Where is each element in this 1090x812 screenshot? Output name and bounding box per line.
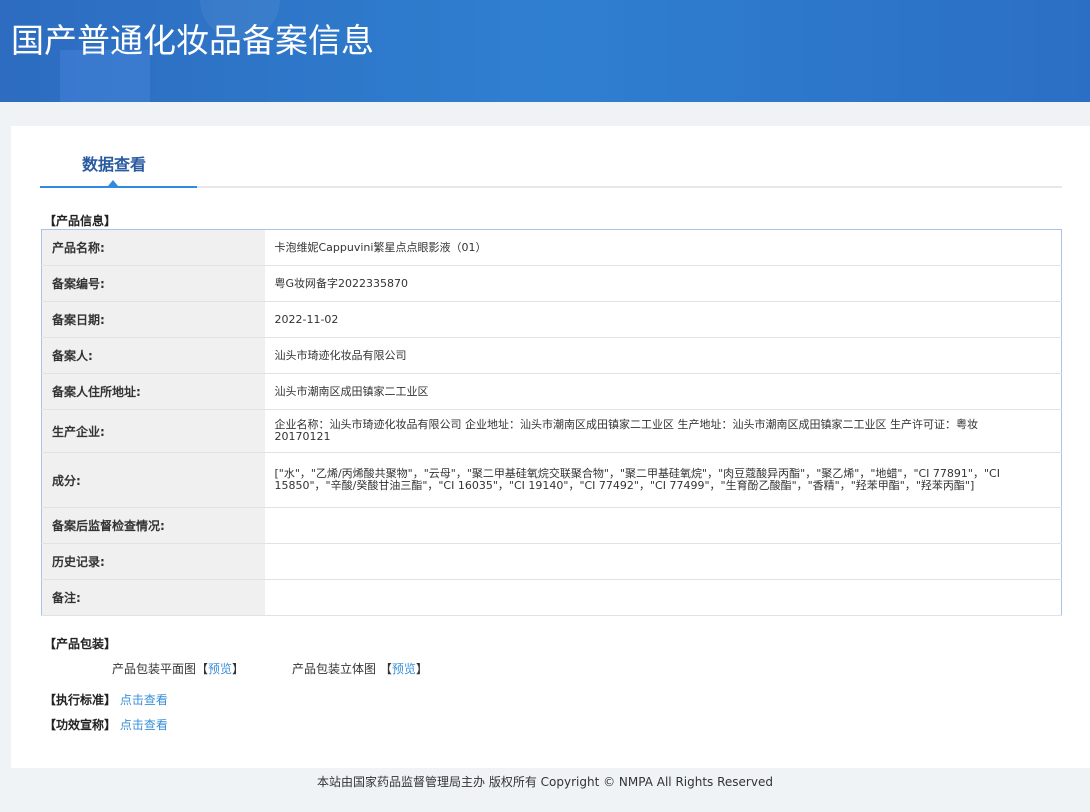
table-row: 备案编号: 粤G妆网备字2022335870 xyxy=(41,265,1062,302)
row-label: 生产企业: xyxy=(41,409,265,453)
row-value xyxy=(264,543,1062,580)
row-value: 粤G妆网备字2022335870 xyxy=(264,265,1062,302)
footer-copyright: 本站由国家药品监督管理局主办 版权所有 Copyright © NMPA All… xyxy=(317,775,773,789)
efficacy-row: 【功效宣称】 点击查看 xyxy=(44,716,168,733)
packaging-solid: 产品包装立体图 【预览】 xyxy=(292,660,428,677)
bracket: 】 xyxy=(415,662,428,676)
page-title: 国产普通化妆品备案信息 xyxy=(11,21,374,60)
table-row: 历史记录: xyxy=(41,543,1062,580)
caret-up-icon xyxy=(108,180,118,186)
bracket: 【 xyxy=(379,662,392,676)
standard-row: 【执行标准】 点击查看 xyxy=(44,691,168,708)
row-value: ["水"，"乙烯/丙烯酸共聚物"，"云母"，"聚二甲基硅氧烷交联聚合物"，"聚二… xyxy=(264,452,1062,508)
row-value: 企业名称：汕头市琦迹化妆品有限公司 企业地址：汕头市潮南区成田镇家二工业区 生产… xyxy=(264,409,1062,453)
row-label: 历史记录: xyxy=(41,543,265,580)
efficacy-label: 【功效宣称】 xyxy=(44,718,117,732)
packaging-flat-label: 产品包装平面图 xyxy=(112,662,197,676)
section-title-product-info: 【产品信息】 xyxy=(44,214,117,228)
row-label: 产品名称: xyxy=(41,229,265,266)
row-value: 汕头市潮南区成田镇家二工业区 xyxy=(264,373,1062,410)
section-title-packaging: 【产品包装】 xyxy=(44,637,117,651)
table-row: 备案后监督检查情况: xyxy=(41,507,1062,544)
table-row: 备案人住所地址: 汕头市潮南区成田镇家二工业区 xyxy=(41,373,1062,410)
standard-label: 【执行标准】 xyxy=(44,693,117,707)
product-info-table: 产品名称: 卡泡维妮Cappuvini繁星点点眼影液（01） 备案编号: 粤G妆网备… xyxy=(41,229,1062,616)
row-value: 汕头市琦迹化妆品有限公司 xyxy=(264,337,1062,374)
row-value: 卡泡维妮Cappuvini繁星点点眼影液（01） xyxy=(264,229,1062,266)
table-row: 产品名称: 卡泡维妮Cappuvini繁星点点眼影液（01） xyxy=(41,229,1062,266)
table-row: 成分: ["水"，"乙烯/丙烯酸共聚物"，"云母"，"聚二甲基硅氧烷交联聚合物"，… xyxy=(41,452,1062,508)
tab-underline xyxy=(40,180,1062,188)
row-value xyxy=(264,507,1062,544)
row-label: 备案人住所地址: xyxy=(41,373,265,410)
bracket: 】 xyxy=(232,662,245,676)
row-label: 成分: xyxy=(41,452,265,508)
packaging-flat: 产品包装平面图【预览】 xyxy=(112,660,244,677)
row-label: 备案后监督检查情况: xyxy=(41,507,265,544)
table-row: 备案日期: 2022-11-02 xyxy=(41,301,1062,338)
row-value: 2022-11-02 xyxy=(264,301,1062,338)
table-row: 生产企业: 企业名称：汕头市琦迹化妆品有限公司 企业地址：汕头市潮南区成田镇家二工… xyxy=(41,409,1062,453)
row-label: 备案人: xyxy=(41,337,265,374)
row-label: 备案日期: xyxy=(41,301,265,338)
bracket: 【 xyxy=(196,662,209,676)
row-value xyxy=(264,579,1062,616)
page-header: 国产普通化妆品备案信息 xyxy=(0,0,1090,102)
table-row: 备案人: 汕头市琦迹化妆品有限公司 xyxy=(41,337,1062,374)
preview-flat-link[interactable]: 预览 xyxy=(208,662,232,676)
content-card: 数据查看 【产品信息】 产品名称: 卡泡维妮Cappuvini繁星点点眼影液（01… xyxy=(11,126,1090,768)
tab-active-indicator xyxy=(40,186,197,188)
row-label: 备案编号: xyxy=(41,265,265,302)
tab-data-view[interactable]: 数据查看 xyxy=(82,151,146,175)
packaging-solid-label: 产品包装立体图 xyxy=(292,662,377,676)
row-label: 备注: xyxy=(41,579,265,616)
preview-solid-link[interactable]: 预览 xyxy=(392,662,416,676)
table-row: 备注: xyxy=(41,579,1062,616)
standard-view-link[interactable]: 点击查看 xyxy=(120,693,168,707)
efficacy-view-link[interactable]: 点击查看 xyxy=(120,718,168,732)
